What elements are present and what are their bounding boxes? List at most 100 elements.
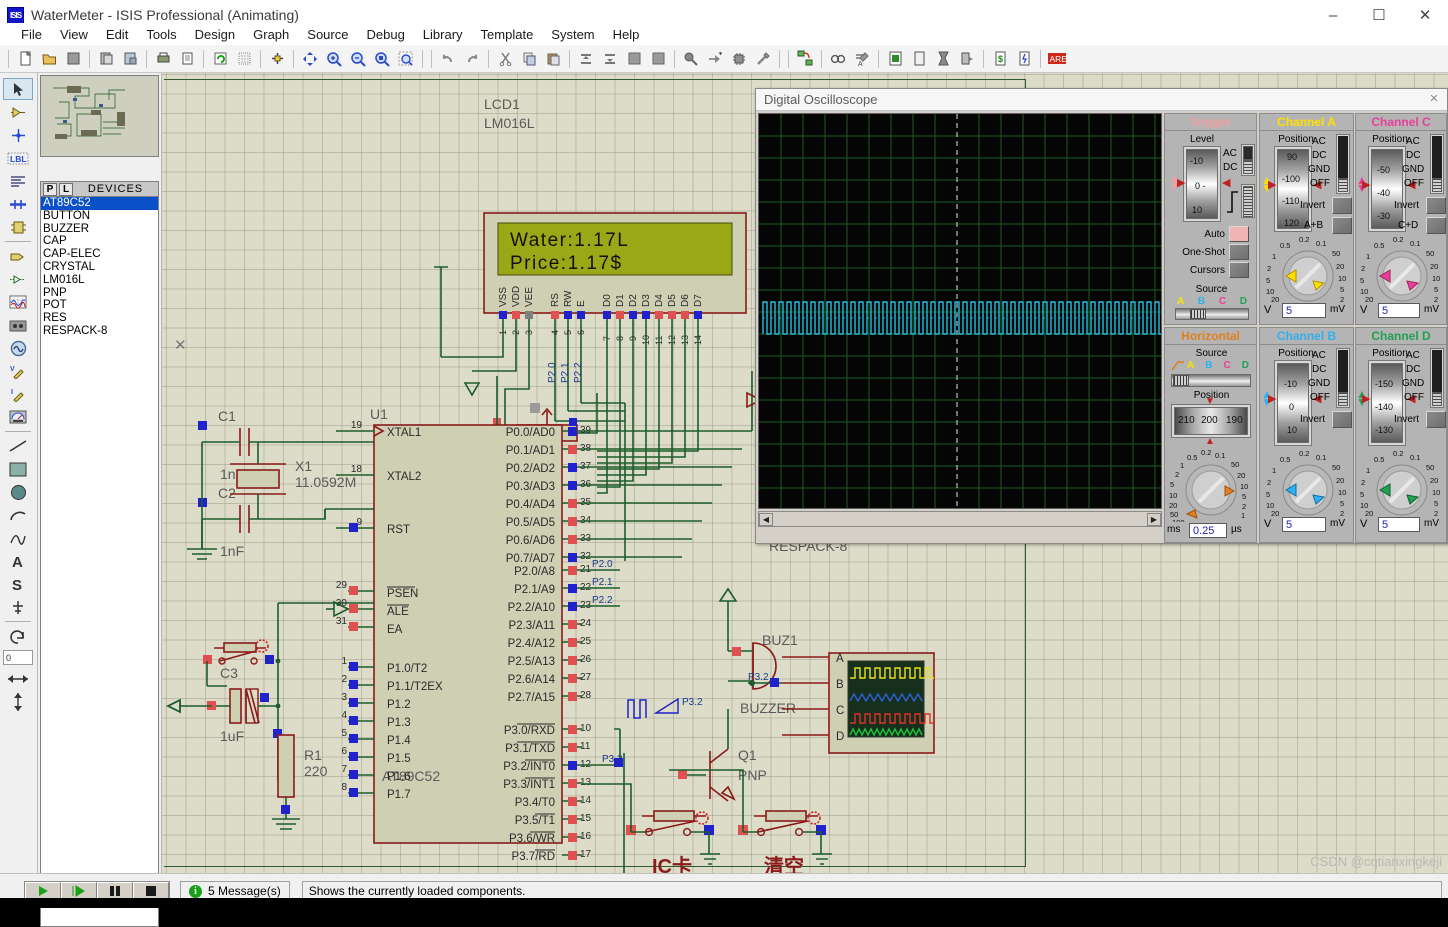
zoom-out-icon[interactable] (347, 48, 369, 70)
pick-device-icon[interactable] (680, 48, 702, 70)
device-item-respack-8[interactable]: RESPACK-8 (41, 325, 158, 338)
device-item-cap[interactable]: CAP (41, 235, 158, 248)
component-mode-icon[interactable] (3, 101, 33, 123)
channel-a-readout[interactable]: 5 (1282, 303, 1326, 318)
channel-a-invert-button[interactable] (1332, 197, 1352, 214)
channel-d-invert-button[interactable] (1426, 411, 1446, 428)
menu-source[interactable]: Source (298, 25, 357, 44)
generator-mode-icon[interactable] (3, 337, 33, 359)
bill-of-materials-icon[interactable]: $ (989, 48, 1011, 70)
menu-design[interactable]: Design (186, 25, 244, 44)
horizontal-readout[interactable]: 0.25 (1189, 523, 1227, 538)
library-button[interactable]: L (59, 182, 73, 196)
menu-file[interactable]: File (12, 25, 51, 44)
trigger-edge-slider[interactable] (1241, 184, 1255, 218)
device-item-cap-elec[interactable]: CAP-ELEC (41, 248, 158, 261)
menu-system[interactable]: System (542, 25, 603, 44)
exit-sheet-icon[interactable] (956, 48, 978, 70)
terminals-icon[interactable] (3, 245, 33, 267)
device-item-res[interactable]: RES (41, 312, 158, 325)
channel-d-position-slider[interactable]: -150 -140 -130 (1368, 360, 1406, 446)
zoom-area-icon[interactable] (371, 48, 393, 70)
scroll-right-icon[interactable]: ▶ (1147, 512, 1161, 526)
oscilloscope-screen[interactable] (758, 113, 1192, 509)
device-item-pnp[interactable]: PNP (41, 287, 158, 300)
decompose-icon[interactable] (752, 48, 774, 70)
menu-library[interactable]: Library (414, 25, 472, 44)
channel-c-invert-button[interactable] (1426, 197, 1446, 214)
trigger-source-slider[interactable] (1175, 308, 1249, 320)
property-assign-icon[interactable]: A (851, 48, 873, 70)
channel-b-position-slider[interactable]: -10 0 10 (1274, 360, 1312, 446)
origin-icon[interactable] (266, 48, 288, 70)
channel-b-invert-button[interactable] (1332, 411, 1352, 428)
channel-b-readout[interactable]: 5 (1282, 517, 1326, 532)
mirror-vertical-icon[interactable] (3, 691, 33, 713)
ares-icon[interactable]: ARES (1046, 48, 1068, 70)
current-probe-icon[interactable]: I (3, 383, 33, 405)
marker-tool-icon[interactable] (3, 596, 33, 618)
trigger-cursors-button[interactable] (1229, 262, 1249, 278)
make-device-icon[interactable] (704, 48, 726, 70)
channel-c-knob[interactable]: 0.51251020 0.2 0.1 50201052 (1358, 232, 1446, 304)
menu-graph[interactable]: Graph (244, 25, 298, 44)
buses-icon[interactable] (3, 193, 33, 215)
device-item-button[interactable]: BUTTON (41, 210, 158, 223)
channel-b-coupling-slider[interactable] (1336, 348, 1350, 408)
device-item-at89c52[interactable]: AT89C52 (41, 197, 158, 210)
device-item-lm016l[interactable]: LM016L (41, 274, 158, 287)
symbol-tool-icon[interactable]: S (3, 573, 33, 595)
line-tool-icon[interactable] (3, 435, 33, 457)
paste-icon[interactable] (542, 48, 564, 70)
channel-d-readout[interactable]: 5 (1378, 517, 1420, 532)
trigger-coupling-slider[interactable] (1241, 144, 1255, 176)
block-delete-icon[interactable] (647, 48, 669, 70)
save-icon[interactable] (62, 48, 84, 70)
menu-debug[interactable]: Debug (357, 25, 413, 44)
print-icon[interactable] (152, 48, 174, 70)
pick-devices-button[interactable]: P (43, 182, 57, 196)
channel-d-knob[interactable]: 0.51251020 0.2 0.1 50201052 (1358, 446, 1446, 518)
zoom-all-icon[interactable] (395, 48, 417, 70)
trigger-oneshot-button[interactable] (1229, 244, 1249, 260)
device-item-crystal[interactable]: CRYSTAL (41, 261, 158, 274)
search-tag-icon[interactable] (827, 48, 849, 70)
package-tool-icon[interactable] (728, 48, 750, 70)
device-pin-icon[interactable] (3, 268, 33, 290)
menu-template[interactable]: Template (472, 25, 543, 44)
channel-d-coupling-slider[interactable] (1430, 348, 1444, 408)
pan-icon[interactable] (299, 48, 321, 70)
zoom-in-icon[interactable] (323, 48, 345, 70)
mirror-horizontal-icon[interactable] (3, 668, 33, 690)
channel-c-coupling-slider[interactable] (1430, 134, 1444, 194)
tape-recorder-icon[interactable] (3, 314, 33, 336)
new-file-icon[interactable] (14, 48, 36, 70)
oscilloscope-window[interactable]: Digital Oscilloscope ✕ ◀ ▶ Trigger Level… (755, 88, 1448, 544)
cut-icon[interactable] (494, 48, 516, 70)
circle-tool-icon[interactable] (3, 481, 33, 503)
graph-mode-icon[interactable] (3, 291, 33, 313)
import-icon[interactable] (95, 48, 117, 70)
rotation-input[interactable] (3, 650, 33, 665)
voltage-probe-icon[interactable]: V (3, 360, 33, 382)
oscilloscope-close-icon[interactable]: ✕ (1427, 93, 1441, 107)
horizontal-timebase-knob[interactable]: 0.5125102050100 0.20.1 502010521 (1169, 446, 1257, 522)
design-explorer-icon[interactable] (884, 48, 906, 70)
horizontal-position-slider[interactable]: 210 200 190 (1171, 404, 1251, 438)
export-icon[interactable] (119, 48, 141, 70)
junction-dot-icon[interactable] (3, 124, 33, 146)
trigger-auto-button[interactable] (1229, 226, 1249, 242)
block-copy-icon[interactable] (575, 48, 597, 70)
print-area-icon[interactable] (176, 48, 198, 70)
devices-list[interactable]: AT89C52 BUTTON BUZZER CAP CAP-ELEC CRYST… (40, 197, 159, 927)
device-item-buzzer[interactable]: BUZZER (41, 223, 158, 236)
block-rotate-icon[interactable] (623, 48, 645, 70)
menu-help[interactable]: Help (604, 25, 649, 44)
scroll-thumb[interactable] (773, 512, 1147, 526)
wire-label-icon[interactable]: LBL (3, 147, 33, 169)
selection-mode-icon[interactable] (3, 78, 33, 100)
new-sheet-icon[interactable] (908, 48, 930, 70)
device-item-pot[interactable]: POT (41, 299, 158, 312)
remove-sheet-icon[interactable] (932, 48, 954, 70)
channel-c-readout[interactable]: 5 (1378, 303, 1420, 318)
